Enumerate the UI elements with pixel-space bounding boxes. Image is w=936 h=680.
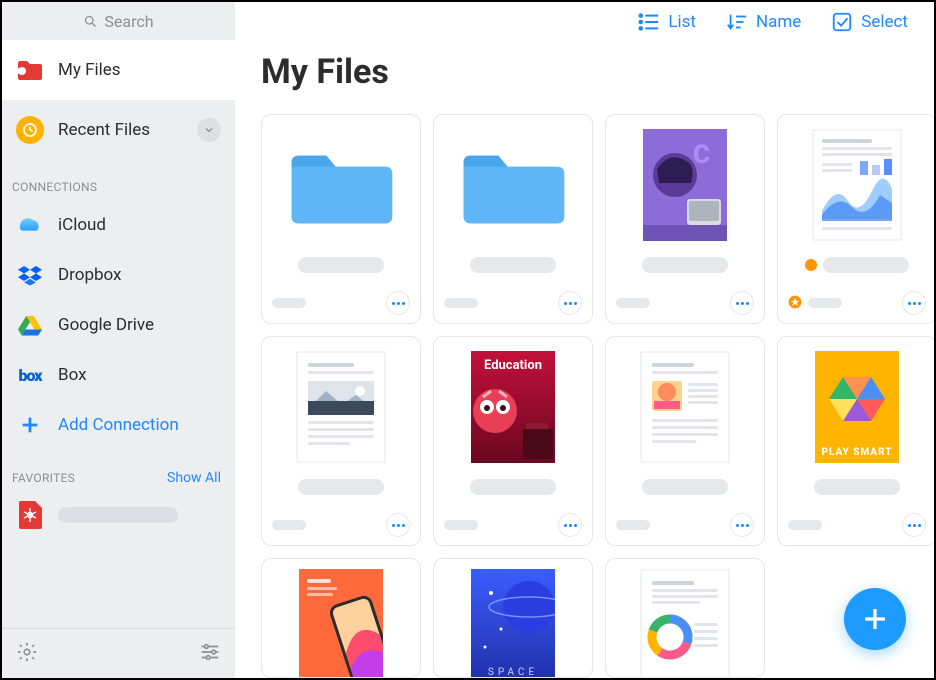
my-files-icon	[16, 56, 44, 84]
image-thumb: C	[625, 125, 745, 245]
favorite-name-placeholder	[58, 507, 178, 523]
nav-my-files[interactable]: My Files	[2, 40, 235, 100]
file-tile-document[interactable]	[605, 558, 765, 678]
nav-recent-files-label: Recent Files	[58, 120, 150, 140]
clock-icon	[16, 116, 44, 144]
file-tile-folder[interactable]	[433, 114, 593, 324]
svg-text:Education: Education	[484, 358, 542, 373]
view-list-button[interactable]: List	[638, 12, 696, 32]
connection-dropbox[interactable]: Dropbox	[2, 250, 235, 300]
sort-name-label: Name	[756, 12, 801, 32]
connection-box-label: Box	[58, 365, 87, 385]
tile-name-placeholder	[470, 479, 556, 495]
icloud-icon	[16, 211, 44, 239]
tile-more-button[interactable]	[386, 513, 410, 537]
folder-icon	[281, 125, 401, 245]
tile-meta-placeholder	[788, 520, 822, 530]
file-tile-document[interactable]	[777, 114, 934, 324]
document-thumb	[797, 125, 917, 245]
nav-my-files-label: My Files	[58, 60, 121, 80]
file-tile-document[interactable]	[605, 336, 765, 546]
settings-button[interactable]	[16, 641, 38, 667]
sidebar: Search My Files Recent Files Connections	[2, 2, 235, 678]
search-icon	[83, 14, 98, 29]
google-drive-icon	[16, 311, 44, 339]
page-title: My Files	[235, 42, 934, 114]
select-toggle-button[interactable]: Select	[831, 11, 908, 33]
connection-icloud-label: iCloud	[58, 215, 106, 235]
tile-meta-placeholder	[272, 298, 306, 308]
image-thumb: PLAY SMART	[797, 347, 917, 467]
dropbox-icon	[16, 261, 44, 289]
connection-google-drive[interactable]: Google Drive	[2, 300, 235, 350]
tile-name-placeholder	[823, 257, 909, 273]
file-tile-play-smart[interactable]: PLAY SMART	[777, 336, 934, 546]
image-thumb: SPACE	[453, 569, 573, 678]
search-input[interactable]: Search	[2, 2, 235, 40]
connection-box[interactable]: box Box	[2, 350, 235, 400]
document-thumb	[281, 347, 401, 467]
select-toggle-label: Select	[861, 12, 908, 32]
files-grid-row3: SPACE	[235, 558, 934, 678]
tile-more-button[interactable]	[902, 291, 926, 315]
tile-name-placeholder	[470, 257, 556, 273]
document-thumb	[625, 347, 745, 467]
sort-name-button[interactable]: Name	[726, 12, 801, 32]
nav-recent-files[interactable]: Recent Files	[2, 100, 235, 160]
tile-meta-placeholder	[272, 520, 306, 530]
tile-name-placeholder	[642, 257, 728, 273]
add-file-fab[interactable]	[844, 588, 906, 650]
folder-icon	[453, 125, 573, 245]
box-icon: box	[16, 361, 44, 389]
tile-meta-placeholder	[616, 520, 650, 530]
files-grid: C	[235, 114, 934, 546]
connection-icloud[interactable]: iCloud	[2, 200, 235, 250]
sliders-button[interactable]	[199, 641, 221, 667]
add-connection-button[interactable]: Add Connection	[2, 400, 235, 450]
tile-more-button[interactable]	[558, 291, 582, 315]
tile-meta-placeholder	[444, 520, 478, 530]
favorites-section-label: Favorites	[12, 471, 75, 485]
document-thumb	[625, 569, 745, 678]
svg-text:PLAY SMART: PLAY SMART	[821, 447, 892, 458]
svg-text:C: C	[693, 140, 710, 170]
tile-name-placeholder	[298, 257, 384, 273]
tile-more-button[interactable]	[730, 291, 754, 315]
show-all-button[interactable]: Show All	[167, 470, 221, 486]
toolbar: List Name Select	[235, 2, 934, 42]
tile-more-button[interactable]	[386, 291, 410, 315]
status-dot-icon	[805, 259, 817, 271]
tile-name-placeholder	[298, 479, 384, 495]
tile-more-button[interactable]	[902, 513, 926, 537]
connection-dropbox-label: Dropbox	[58, 265, 122, 285]
favorite-item[interactable]	[2, 492, 235, 538]
tile-more-button[interactable]	[558, 513, 582, 537]
plus-icon	[16, 411, 44, 439]
tile-meta-placeholder	[808, 298, 842, 308]
add-connection-label: Add Connection	[58, 415, 179, 435]
image-thumb	[281, 569, 401, 678]
search-placeholder: Search	[104, 12, 153, 31]
tile-meta-placeholder	[616, 298, 650, 308]
view-list-label: List	[668, 12, 696, 32]
tile-more-button[interactable]	[730, 513, 754, 537]
tile-meta-placeholder	[444, 298, 478, 308]
main-area: List Name Select My Files	[235, 2, 934, 678]
chevron-down-icon[interactable]	[197, 118, 221, 142]
connection-google-drive-label: Google Drive	[58, 315, 154, 335]
file-tile-image[interactable]	[261, 558, 421, 678]
connections-section-label: Connections	[2, 160, 235, 200]
pdf-icon	[16, 501, 44, 529]
file-tile-education[interactable]: Education	[433, 336, 593, 546]
file-tile-image[interactable]: C	[605, 114, 765, 324]
svg-text:SPACE: SPACE	[488, 667, 538, 678]
file-tile-document[interactable]	[261, 336, 421, 546]
tile-name-placeholder	[814, 479, 900, 495]
image-thumb: Education	[453, 347, 573, 467]
star-icon	[788, 294, 802, 313]
tile-name-placeholder	[642, 479, 728, 495]
file-tile-space[interactable]: SPACE	[433, 558, 593, 678]
file-tile-folder[interactable]	[261, 114, 421, 324]
